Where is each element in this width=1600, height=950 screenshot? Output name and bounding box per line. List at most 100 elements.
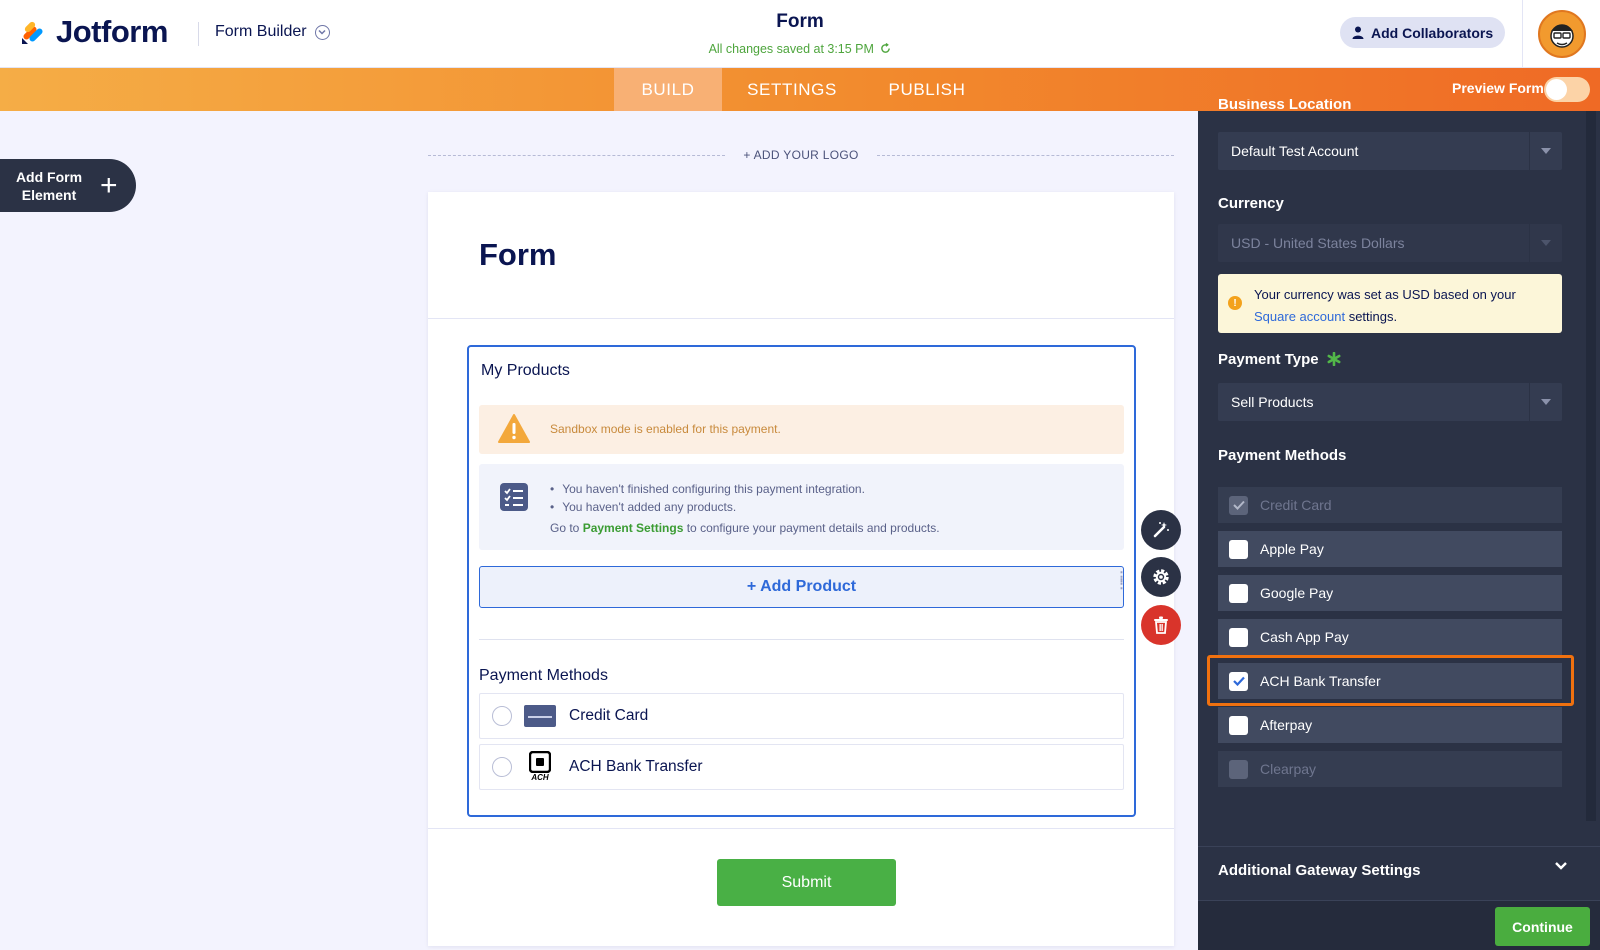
checklist-icon (500, 483, 528, 511)
method-google-pay[interactable]: Google Pay (1218, 575, 1562, 611)
products-field[interactable]: My Products Sandbox mode is enabled for … (467, 345, 1136, 817)
add-logo-label[interactable]: + ADD YOUR LOGO (725, 148, 876, 162)
payment-option-label: Credit Card (569, 707, 649, 724)
chevron-down-icon (1555, 862, 1567, 870)
radio-ach[interactable] (492, 757, 512, 777)
plus-icon: + (100, 168, 118, 202)
avatar[interactable] (1537, 9, 1586, 58)
additional-gateway-settings[interactable]: Additional Gateway Settings (1198, 846, 1600, 900)
avatar-area[interactable] (1522, 0, 1600, 67)
builder-nav: BUILD SETTINGS PUBLISH Preview Form (0, 68, 1600, 111)
info-item: You haven't added any products. (550, 498, 865, 516)
payment-settings-panel: Business Location Default Test Account C… (1198, 99, 1600, 950)
add-form-element-button[interactable]: Add Form Element + (0, 159, 136, 212)
method-afterpay[interactable]: Afterpay (1218, 707, 1562, 743)
dropdown-arrow-icon (1529, 224, 1562, 262)
payment-type-select[interactable]: Sell Products (1218, 383, 1562, 421)
currency-notice: ! Your currency was set as USD based on … (1218, 274, 1562, 333)
method-clearpay[interactable]: Clearpay (1218, 751, 1562, 787)
info-go-prefix: Go to (550, 521, 583, 535)
form-heading[interactable]: Form (479, 237, 557, 273)
submit-divider (428, 828, 1174, 829)
method-ach-bank-transfer[interactable]: ACH Bank Transfer (1218, 663, 1562, 699)
avatar-face-icon (1549, 23, 1574, 48)
currency-notice-line2: settings. (1345, 309, 1398, 324)
checkbox-afterpay[interactable] (1229, 715, 1248, 735)
warning-icon (498, 414, 530, 443)
preview-form-label: Preview Form (1452, 80, 1544, 96)
currency-notice-line1: Your currency was set as USD based on yo… (1254, 287, 1516, 302)
continue-button[interactable]: Continue (1495, 907, 1590, 946)
gateway-settings-label: Additional Gateway Settings (1218, 862, 1421, 879)
logo-dashed-line-left (428, 154, 726, 156)
square-account-link[interactable]: Square account (1254, 309, 1345, 324)
toggle-knob (1546, 79, 1567, 100)
form-card: Form My Products Sandbox mode is enabled… (428, 192, 1174, 946)
add-form-element-line2: Element (21, 186, 77, 203)
add-collaborators-button[interactable]: Add Collaborators (1340, 17, 1506, 48)
delete-field-button[interactable] (1141, 605, 1181, 645)
method-label: Afterpay (1260, 717, 1313, 733)
checkbox-cash-app-pay[interactable] (1229, 627, 1248, 647)
panel-footer: Continue (1198, 900, 1600, 950)
tab-build[interactable]: BUILD (614, 68, 722, 111)
payment-option-label: ACH Bank Transfer (569, 758, 703, 775)
checkbox-clearpay[interactable] (1229, 759, 1248, 779)
method-apple-pay[interactable]: Apple Pay (1218, 531, 1562, 567)
wand-tool-button[interactable] (1141, 510, 1181, 550)
method-label: Clearpay (1260, 761, 1317, 777)
info-go-suffix: to configure your payment details and pr… (683, 521, 940, 535)
add-form-element-line1: Add Form (15, 168, 83, 185)
info-list: You haven't finished configuring this pa… (550, 480, 865, 516)
preview-form-toggle[interactable] (1544, 77, 1590, 102)
add-product-label: + Add Product (746, 578, 857, 595)
add-logo-area[interactable]: + ADD YOUR LOGO (428, 148, 1174, 162)
payment-methods-label: Payment Methods (1218, 447, 1347, 464)
square-logo-icon (529, 751, 551, 773)
field-settings-button[interactable] (1141, 557, 1181, 597)
checkbox-ach-bank-transfer[interactable] (1229, 671, 1248, 691)
business-location-select[interactable]: Default Test Account (1218, 132, 1562, 170)
products-divider (479, 639, 1124, 640)
method-cash-app-pay[interactable]: Cash App Pay (1218, 619, 1562, 655)
business-location-label: Business Location (1218, 99, 1351, 113)
currency-value: USD - United States Dollars (1231, 235, 1405, 251)
drag-handle-icon[interactable]: ⋮ ⋮ (1115, 570, 1128, 590)
top-header: Jotform Form Builder Form All changes sa… (0, 0, 1600, 68)
payment-option-ach[interactable]: ACH ACH Bank Transfer (479, 744, 1124, 790)
sandbox-notice-text: Sandbox mode is enabled for this payment… (550, 422, 781, 436)
configuration-info: You haven't finished configuring this pa… (479, 464, 1124, 550)
payment-type-label-text: Payment Type (1218, 351, 1319, 368)
currency-select[interactable]: USD - United States Dollars (1218, 224, 1562, 262)
payment-option-credit-card[interactable]: Credit Card (479, 693, 1124, 739)
submit-button[interactable]: Submit (717, 859, 896, 906)
credit-card-icon (524, 705, 556, 727)
required-asterisk-icon (1327, 351, 1341, 367)
checkbox-google-pay[interactable] (1229, 583, 1248, 603)
radio-credit-card[interactable] (492, 706, 512, 726)
save-status-text: All changes saved at 3:15 PM (708, 42, 874, 56)
info-item: You haven't finished configuring this pa… (550, 480, 865, 498)
products-label[interactable]: My Products (481, 362, 570, 380)
tab-publish[interactable]: PUBLISH (862, 68, 992, 111)
refresh-icon (881, 42, 891, 53)
method-label: ACH Bank Transfer (1260, 673, 1381, 689)
payment-settings-link[interactable]: Payment Settings (583, 521, 684, 535)
method-label: Google Pay (1260, 585, 1334, 601)
tab-settings[interactable]: SETTINGS (722, 68, 862, 111)
method-label: Cash App Pay (1260, 629, 1349, 645)
sandbox-notice: Sandbox mode is enabled for this payment… (479, 405, 1124, 454)
info-go-text: Go to Payment Settings to configure your… (550, 521, 940, 535)
currency-label: Currency (1218, 195, 1284, 212)
method-label: Credit Card (1260, 497, 1332, 513)
add-product-button[interactable]: + Add Product ⋮ ⋮ (479, 566, 1128, 608)
method-credit-card[interactable]: Credit Card (1218, 487, 1562, 523)
info-alert-icon: ! (1228, 296, 1242, 310)
business-location-value: Default Test Account (1231, 143, 1359, 159)
payment-methods-label[interactable]: Payment Methods (479, 667, 608, 685)
ach-caption: ACH (531, 773, 549, 782)
panel-scrollbar[interactable] (1586, 111, 1596, 821)
method-label: Apple Pay (1260, 541, 1324, 557)
checkbox-apple-pay[interactable] (1229, 539, 1248, 559)
checkbox-credit-card[interactable] (1229, 495, 1248, 515)
